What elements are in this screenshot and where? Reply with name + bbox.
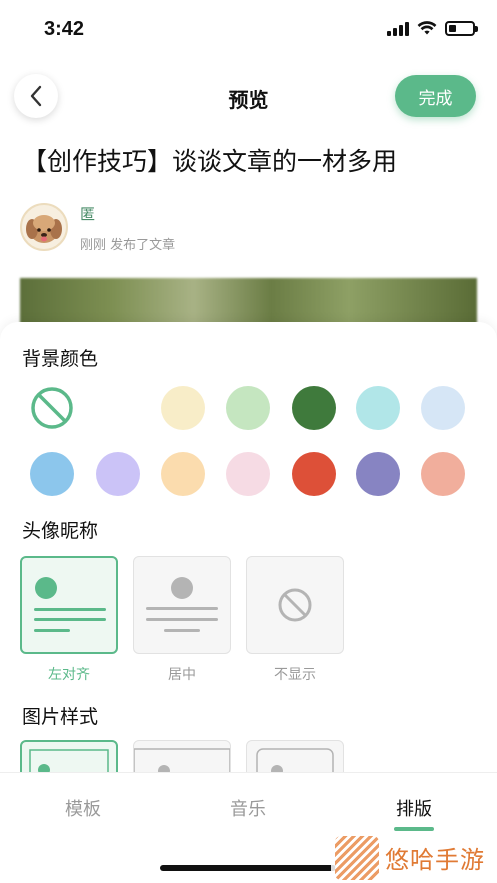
swatch-red[interactable] <box>292 452 336 496</box>
swatch-peach[interactable] <box>161 452 205 496</box>
swatch-purple[interactable] <box>356 452 400 496</box>
tab-layout[interactable]: 排版 <box>354 795 474 821</box>
swatch-white[interactable] <box>98 386 142 430</box>
swatch-light-green[interactable] <box>226 386 270 430</box>
tab-music[interactable]: 音乐 <box>188 795 308 821</box>
swatch-salmon[interactable] <box>421 452 465 496</box>
home-indicator <box>160 865 336 871</box>
done-button[interactable]: 完成 <box>395 75 476 117</box>
swatch-cream[interactable] <box>161 386 205 430</box>
hidden-icon <box>278 588 312 622</box>
avatar-option-left-label: 左对齐 <box>48 667 90 683</box>
avatar-option-center[interactable] <box>133 556 231 654</box>
battery-icon <box>445 20 478 36</box>
status-time: 3:42 <box>44 18 85 40</box>
active-tab-indicator <box>394 827 434 831</box>
bg-color-title: 背景颜色 <box>22 348 99 370</box>
swatch-pink[interactable] <box>226 452 270 496</box>
author-name: 匿 <box>80 205 96 223</box>
layout-sheet: 背景颜色 头像昵称 左对齐 居中 不显示 图片样式 <box>0 322 497 792</box>
swatch-none[interactable] <box>30 386 74 430</box>
article-meta: 刚刚 发布了文章 <box>80 238 176 253</box>
status-bar: 3:42 <box>0 0 497 60</box>
signal-icon <box>387 20 409 36</box>
swatch-pale-blue[interactable] <box>421 386 465 430</box>
status-icons <box>387 20 478 36</box>
avatar-title: 头像昵称 <box>22 520 99 542</box>
no-color-icon <box>31 387 73 429</box>
wifi-icon <box>417 21 437 35</box>
watermark-text: 悠哈手游 <box>385 846 485 874</box>
avatar-option-hidden[interactable] <box>246 556 344 654</box>
swatch-aqua[interactable] <box>356 386 400 430</box>
avatar-option-center-label: 居中 <box>168 667 196 683</box>
center-layout-icon <box>146 577 218 632</box>
dog-avatar-icon <box>26 215 62 243</box>
avatar-option-left[interactable] <box>20 556 118 654</box>
swatch-sky-blue[interactable] <box>30 452 74 496</box>
tab-template[interactable]: 模板 <box>23 795 143 821</box>
author-avatar <box>20 203 68 251</box>
left-align-layout-icon <box>34 577 106 632</box>
watermark: 悠哈手游 <box>331 832 497 883</box>
watermark-logo <box>335 835 379 880</box>
image-style-title: 图片样式 <box>22 706 99 728</box>
swatch-lavender[interactable] <box>96 452 140 496</box>
swatch-dark-green[interactable] <box>292 386 336 430</box>
avatar-option-hidden-label: 不显示 <box>274 667 316 683</box>
article-title: 【创作技巧】谈谈文章的一材多用 <box>22 147 398 176</box>
